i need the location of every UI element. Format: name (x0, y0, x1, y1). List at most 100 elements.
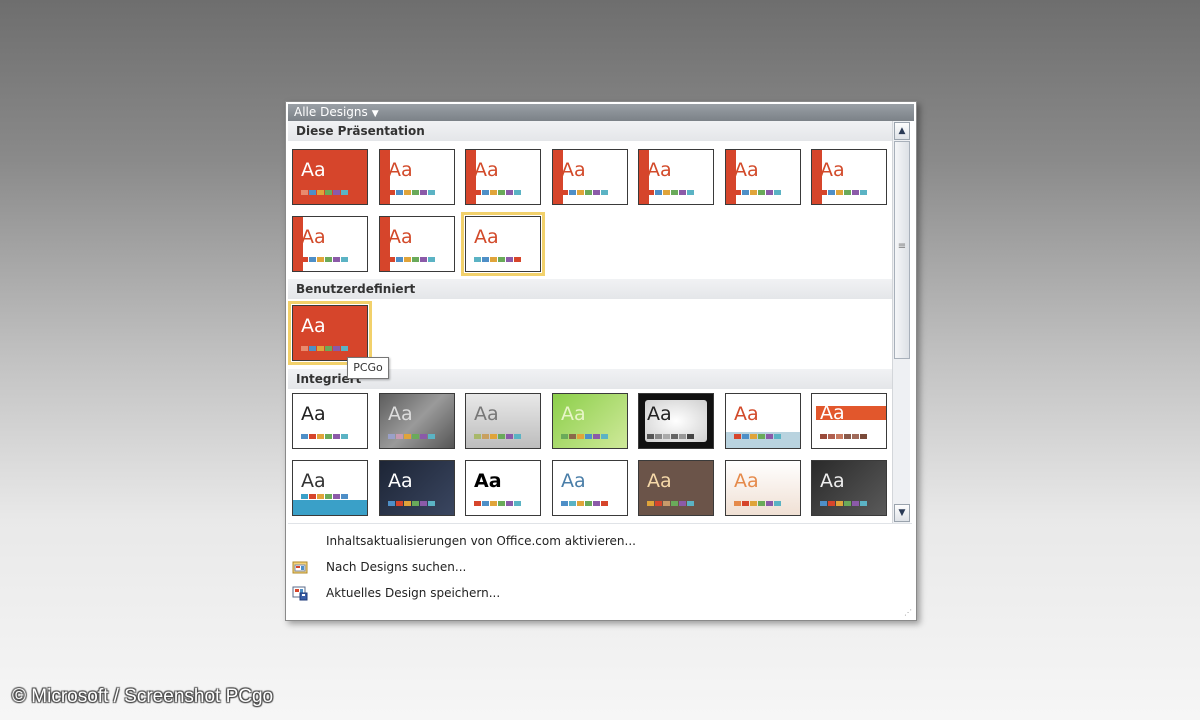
theme-sample-text: Aa (734, 470, 759, 492)
theme-sample-text: Aa (388, 403, 413, 425)
scroll-up-button[interactable]: ▲ (894, 122, 910, 140)
grip-lines-icon: ≡ (897, 241, 907, 252)
folder-browse-icon (292, 561, 308, 574)
theme-thumb[interactable]: Aa (292, 393, 368, 449)
color-swatches (561, 434, 608, 439)
theme-sample-text: Aa (647, 470, 672, 492)
color-swatches (301, 346, 348, 351)
theme-thumb[interactable]: Aa (292, 460, 368, 516)
theme-sample-text: Aa (388, 470, 413, 492)
color-swatches (301, 434, 348, 439)
theme-thumb[interactable]: Aa (552, 149, 628, 205)
menu-item-label: Nach Designs suchen... (326, 560, 467, 574)
scroll-thumb[interactable]: ≡ (894, 141, 910, 359)
color-swatches (820, 434, 867, 439)
color-swatches (820, 190, 867, 195)
menu-item-save-design[interactable]: Aktuelles Design speichern... (288, 580, 912, 606)
color-swatches (561, 501, 608, 506)
menu-item-browse-designs[interactable]: Nach Designs suchen... (288, 554, 912, 580)
theme-sample-text: Aa (734, 403, 759, 425)
color-swatches (388, 257, 435, 262)
theme-sample-text: Aa (820, 402, 845, 424)
theme-thumb[interactable]: Aa (552, 460, 628, 516)
gallery-title: Alle Designs (294, 105, 368, 119)
color-swatches (301, 190, 348, 195)
theme-thumb[interactable]: Aa (725, 393, 801, 449)
scroll-down-button[interactable]: ▼ (894, 504, 910, 522)
theme-thumb[interactable]: Aa (379, 393, 455, 449)
resize-grip-icon[interactable]: ⋰ (904, 608, 912, 617)
color-swatches (647, 190, 694, 195)
arrow-up-icon: ▲ (898, 126, 906, 136)
theme-thumb[interactable]: Aa (725, 460, 801, 516)
gallery-menu: Inhaltsaktualisierungen von Office.com a… (288, 523, 912, 610)
theme-thumb[interactable]: Aa (379, 216, 455, 272)
theme-sample-text: Aa (647, 403, 672, 425)
theme-sample-text: Aa (474, 403, 499, 425)
theme-thumb[interactable]: Aa (465, 149, 541, 205)
theme-sample-text: Aa (820, 470, 845, 492)
color-swatches (647, 434, 694, 439)
dropdown-caret-icon: ▼ (371, 109, 379, 119)
theme-thumb[interactable]: Aa (465, 393, 541, 449)
color-swatches (388, 190, 435, 195)
theme-sample-text: Aa (647, 159, 672, 181)
theme-sample-text: Aa (734, 159, 759, 181)
color-swatches (734, 501, 781, 506)
color-swatches (301, 257, 348, 262)
color-swatches (474, 434, 521, 439)
theme-thumb[interactable]: Aa (379, 149, 455, 205)
theme-thumb[interactable]: Aa (811, 460, 887, 516)
theme-thumb[interactable]: Aa (292, 216, 368, 272)
theme-sample-text: Aa (301, 159, 326, 181)
theme-sample-text: Aa (474, 159, 499, 181)
theme-thumb[interactable]: Aa (638, 460, 714, 516)
theme-thumb[interactable]: Aa (465, 460, 541, 516)
menu-item-label: Aktuelles Design speichern... (326, 586, 501, 600)
theme-sample-text: Aa (561, 403, 586, 425)
theme-sample-text: Aa (561, 470, 586, 492)
theme-thumb[interactable]: Aa (638, 393, 714, 449)
theme-thumb-custom[interactable]: Aa (288, 301, 372, 365)
theme-tooltip: PCGo (347, 357, 389, 379)
color-swatches (474, 501, 521, 506)
theme-sample-text: Aa (820, 159, 845, 181)
theme-thumb[interactable]: Aa (379, 460, 455, 516)
theme-sample-text: Aa (301, 315, 326, 337)
theme-sample-text: Aa (301, 226, 326, 248)
theme-thumb[interactable]: Aa (638, 149, 714, 205)
theme-thumb[interactable]: Aa (811, 149, 887, 205)
save-design-icon (292, 586, 308, 601)
section-header-this-presentation: Diese Präsentation (288, 121, 892, 141)
theme-sample-text: Aa (388, 159, 413, 181)
theme-sample-text: Aa (474, 226, 499, 248)
color-swatches (820, 501, 867, 506)
color-swatches (734, 434, 781, 439)
menu-item-office-updates[interactable]: Inhaltsaktualisierungen von Office.com a… (288, 528, 912, 554)
theme-sample-text: Aa (561, 159, 586, 181)
theme-sample-text: Aa (301, 403, 326, 425)
copyright-watermark: © Microsoft / Screenshot PCgo (12, 686, 274, 707)
theme-thumb[interactable]: Aa (552, 393, 628, 449)
menu-item-label: Inhaltsaktualisierungen von Office.com a… (326, 534, 636, 548)
gallery-scrollbar[interactable]: ▲ ≡ ▼ (892, 121, 910, 523)
theme-thumb[interactable]: Aa (725, 149, 801, 205)
color-swatches (561, 190, 608, 195)
color-swatches (647, 501, 694, 506)
color-swatches (474, 190, 521, 195)
theme-gallery: Diese Präsentation Aa Aa Aa Aa Aa Aa Aa … (288, 121, 892, 523)
color-swatches (734, 190, 781, 195)
theme-thumb[interactable]: Aa (811, 393, 887, 449)
theme-sample-text: Aa (388, 226, 413, 248)
theme-sample-text: Aa (474, 470, 502, 492)
color-swatches (301, 494, 348, 499)
color-swatches (388, 434, 435, 439)
theme-thumb[interactable]: Aa (292, 149, 368, 205)
color-swatches (388, 501, 435, 506)
color-swatches (474, 257, 521, 262)
theme-sample-text: Aa (301, 470, 326, 492)
gallery-title-dropdown[interactable]: Alle Designs ▼ (288, 104, 914, 121)
section-header-custom: Benutzerdefiniert (288, 279, 892, 299)
arrow-down-icon: ▼ (898, 508, 906, 518)
theme-thumb-selected[interactable]: Aa (461, 212, 545, 276)
